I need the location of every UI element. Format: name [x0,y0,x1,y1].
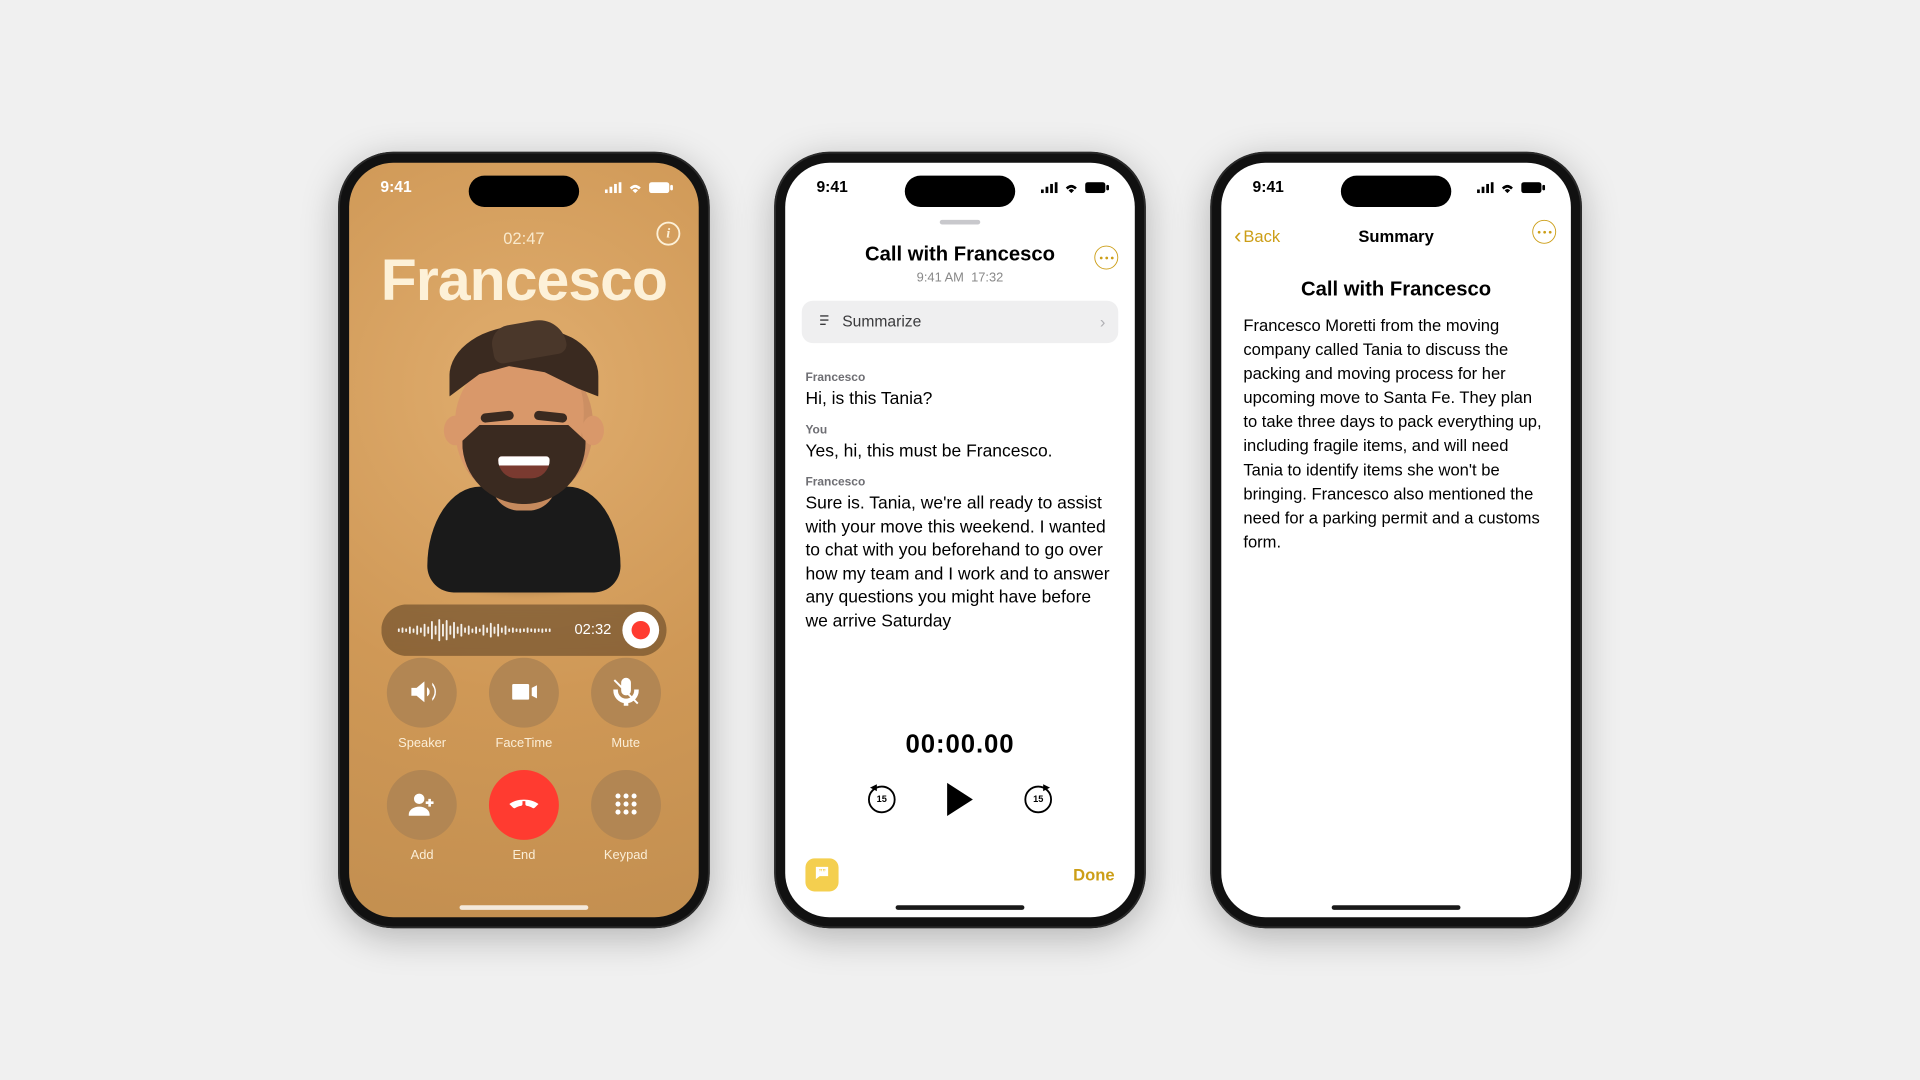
wifi-icon [627,182,644,193]
playback-controls: 00:00.00 ▶ 15 ▶ 15 [785,730,1135,816]
add-label: Add [411,847,434,862]
speaker-label: Francesco [805,369,1114,385]
phone-summary-screen: 9:41 ‹ Back Summary Call with Francesco [1210,152,1582,928]
status-time: 9:41 [1253,178,1284,196]
add-person-icon [406,788,437,822]
home-indicator[interactable] [1332,905,1461,910]
dynamic-island [1341,176,1451,207]
summarize-icon [815,311,832,332]
phone-call-screen: 9:41 i 02:47 Francesco [338,152,710,928]
summary-body-text: Francesco Moretti from the moving compan… [1221,301,1571,554]
recording-elapsed: 02:32 [574,622,611,639]
svg-text:””: ”” [819,868,826,875]
playback-time: 00:00.00 [905,730,1014,759]
facetime-label: FaceTime [496,735,553,750]
summary-nav-bar: ‹ Back Summary [1221,216,1571,256]
mute-button[interactable]: Mute [575,658,677,750]
battery-icon [649,182,673,193]
recording-indicator: 02:32 [381,604,666,656]
home-indicator[interactable] [896,905,1025,910]
cellular-signal-icon [1477,182,1494,193]
call-duration: 02:47 [349,229,699,248]
end-call-button[interactable]: End [473,770,575,862]
caller-name: Francesco [349,250,699,309]
speaker-icon [406,676,437,710]
end-call-icon [506,786,541,824]
speaker-label: Speaker [398,735,446,750]
done-button[interactable]: Done [1073,865,1114,884]
summarize-button[interactable]: Summarize › [802,301,1118,343]
waveform-icon [398,617,564,643]
cellular-signal-icon [1041,182,1058,193]
summarize-label: Summarize [842,313,1100,331]
more-options-button[interactable] [1094,246,1118,270]
keypad-icon [612,790,640,820]
video-icon [508,676,539,710]
dynamic-island [905,176,1015,207]
cellular-signal-icon [605,182,622,193]
transcript-duration: 17:32 [971,270,1003,285]
summary-heading: Call with Francesco [1221,277,1571,301]
keypad-button[interactable]: Keypad [575,770,677,862]
transcript-line: Hi, is this Tania? [805,387,1114,411]
speaker-button[interactable]: Speaker [371,658,473,750]
transcript-time: 9:41 AM [917,270,964,285]
phone-transcript-screen: 9:41 Call with Francesco 9:41 AM 17:32 [774,152,1146,928]
record-dot-icon [632,621,650,639]
facetime-button[interactable]: FaceTime [473,658,575,750]
transcript-quote-button[interactable]: ”” [805,858,838,891]
back-button[interactable]: ‹ Back [1234,227,1280,246]
wifi-icon [1499,182,1516,193]
dynamic-island [469,176,579,207]
quote-bubble-icon: ”” [813,863,831,886]
chevron-right-icon: › [1100,312,1106,331]
battery-icon [1085,182,1109,193]
transcript-line: Yes, hi, this must be Francesco. [805,439,1114,463]
wifi-icon [1063,182,1080,193]
end-label: End [512,847,535,862]
home-indicator[interactable] [460,905,589,910]
mute-label: Mute [611,735,640,750]
back-label: Back [1243,227,1280,246]
transcript-body[interactable]: Francesco Hi, is this Tania? You Yes, hi… [785,343,1135,634]
battery-icon [1521,182,1545,193]
transcript-title: Call with Francesco [785,242,1135,266]
contact-memoji-avatar [349,316,699,592]
call-controls: Speaker FaceTime Mute Add [349,658,699,862]
status-time: 9:41 [816,178,847,196]
ellipsis-icon [1537,230,1540,233]
status-time: 9:41 [380,178,411,196]
nav-title: Summary [1358,227,1433,246]
mute-icon [610,676,641,710]
stop-recording-button[interactable] [622,612,659,649]
three-phone-layout: 9:41 i 02:47 Francesco [338,152,1582,928]
speaker-label: Francesco [805,474,1114,490]
keypad-label: Keypad [604,847,648,862]
play-button[interactable] [947,783,973,816]
transcript-subtitle: 9:41 AM 17:32 [785,270,1135,285]
skip-back-15-button[interactable]: ▶ 15 [868,786,896,814]
more-options-button[interactable] [1532,220,1556,244]
sheet-grabber[interactable] [940,220,980,225]
add-call-button[interactable]: Add [371,770,473,862]
speaker-label: You [805,421,1114,437]
transcript-line: Sure is. Tania, we're all ready to assis… [805,492,1114,634]
ellipsis-icon [1099,256,1102,259]
skip-forward-15-button[interactable]: ▶ 15 [1024,786,1052,814]
